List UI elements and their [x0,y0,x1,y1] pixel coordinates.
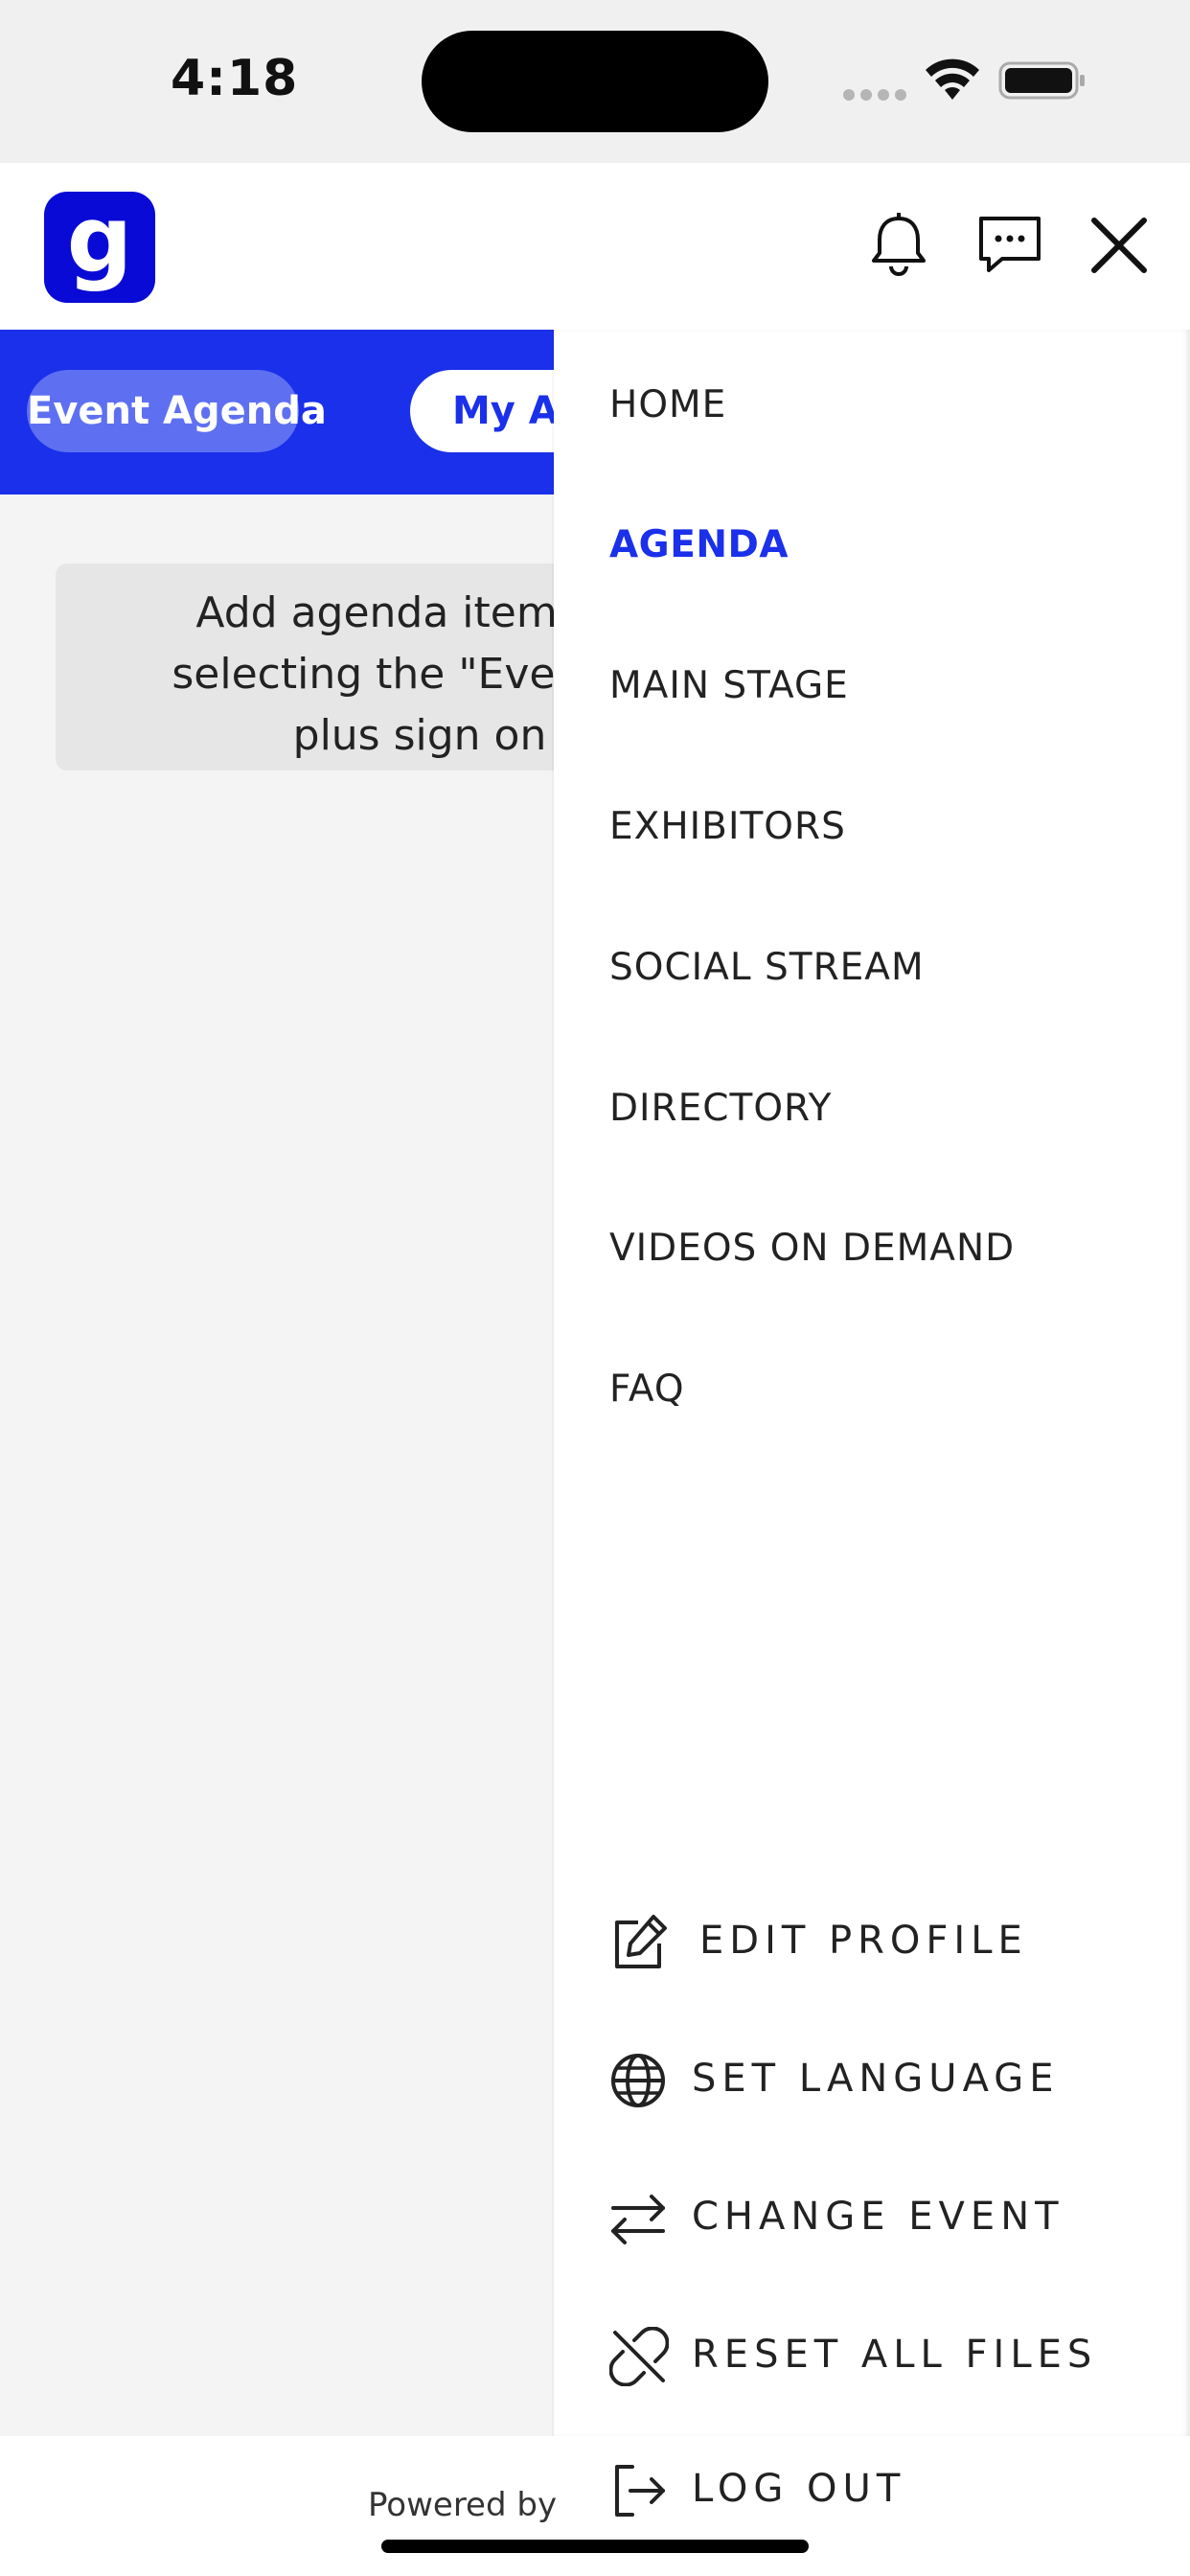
change-event-label: CHANGE EVENT [692,2195,1064,2239]
menu-item-home[interactable]: HOME [609,383,726,426]
log-out-button[interactable] [609,2348,1165,2415]
bell-icon[interactable] [862,209,935,282]
tab-event-agenda[interactable]: Event Agenda [27,370,327,452]
battery-icon [998,61,1085,100]
navigation-drawer: HOME AGENDA MAIN STAGE EXHIBITORS SOCIAL… [554,330,1190,2436]
globe-icon [611,2054,665,2107]
menu-item-agenda[interactable]: AGENDA [609,523,789,566]
change-event-button[interactable]: CHANGE EVENT [609,2185,1165,2252]
menu-item-videos-on-demand[interactable]: VIDEOS ON DEMAND [609,1227,1015,1270]
set-language-button[interactable]: SET LANGUAGE [609,2047,1165,2114]
log-out-row[interactable]: LOG OUT [609,2457,1165,2524]
log-out-label: LOG OUT [692,2467,906,2511]
edit-profile-button[interactable]: EDIT PROFILE [609,1909,1165,1976]
cellular-signal-icon [843,86,912,104]
close-icon[interactable] [1081,207,1157,284]
status-bar: 4:18 [0,0,1190,163]
menu-item-faq[interactable]: FAQ [609,1368,685,1411]
menu-item-directory[interactable]: DIRECTORY [609,1087,832,1130]
powered-by-text: Powered by [368,2486,558,2524]
logout-icon [615,2465,665,2517]
chat-icon[interactable] [973,209,1046,282]
menu-item-social-stream[interactable]: SOCIAL STREAM [609,946,925,989]
swap-arrows-icon [611,2195,665,2244]
menu-item-exhibitors[interactable]: EXHIBITORS [609,805,846,848]
home-indicator [381,2540,809,2553]
edit-icon [615,1915,667,1968]
dynamic-island [422,31,768,132]
set-language-label: SET LANGUAGE [692,2057,1060,2101]
app-header: g [0,163,1190,330]
status-time: 4:18 [171,50,299,107]
wifi-icon [926,58,979,100]
edit-profile-label: EDIT PROFILE [699,1919,1028,1963]
menu-item-main-stage[interactable]: MAIN STAGE [609,664,849,707]
app-logo[interactable]: g [44,192,155,303]
